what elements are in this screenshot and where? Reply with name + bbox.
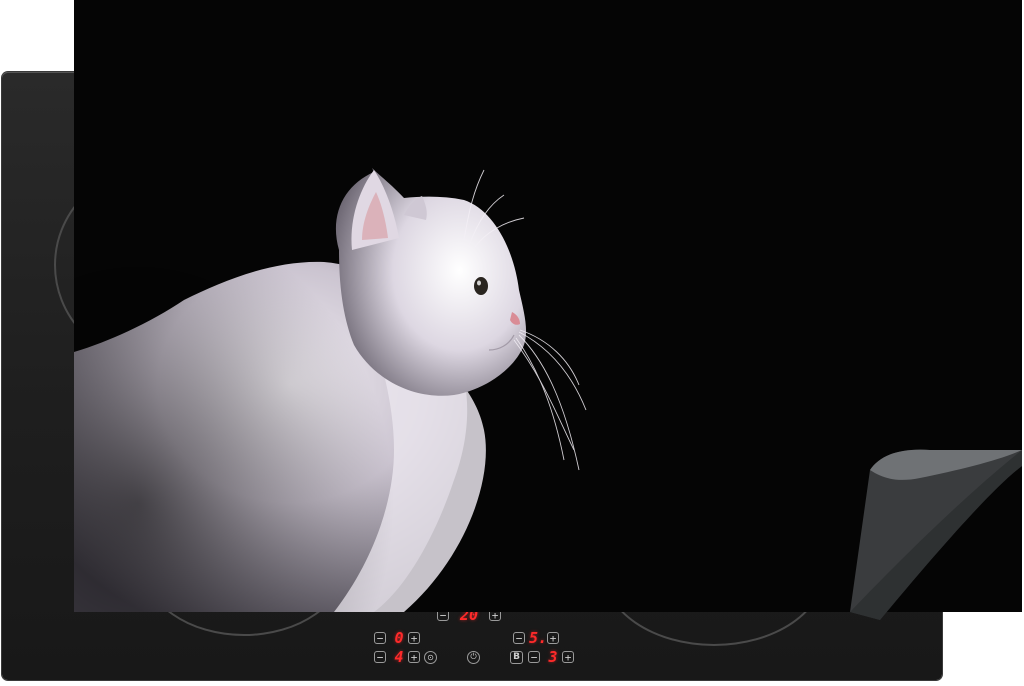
zone-right-plus-button[interactable]: +: [547, 632, 559, 644]
zone-right-minus-button[interactable]: −: [513, 632, 525, 644]
zone-right-display: 5.: [529, 629, 548, 647]
boost-button[interactable]: B: [510, 650, 523, 664]
zone-mid-display: 4: [394, 648, 404, 666]
zone-front-right-display: 3: [548, 648, 558, 666]
power-icon[interactable]: ⏻: [467, 650, 480, 664]
cat-eye: [474, 277, 488, 295]
bottom-controls: − 4 + ⊙ ⏻ B − 3 +: [374, 648, 574, 666]
lock-icon[interactable]: ⊙: [424, 650, 437, 664]
zone-left-controls: − 0 +: [374, 629, 420, 647]
cover-mat-photo: [74, 0, 1022, 612]
zone-left-minus-button[interactable]: −: [374, 632, 386, 644]
zone-front-right-plus-button[interactable]: +: [562, 651, 574, 663]
zone-right-controls: − 5. +: [513, 629, 559, 647]
zone-mid-plus-button[interactable]: +: [408, 651, 420, 663]
zone-mid-minus-button[interactable]: −: [374, 651, 386, 663]
zone-left-display: 0: [394, 629, 404, 647]
zone-left-plus-button[interactable]: +: [408, 632, 420, 644]
cat-illustration: [74, 168, 587, 612]
zone-front-right-minus-button[interactable]: −: [528, 651, 540, 663]
